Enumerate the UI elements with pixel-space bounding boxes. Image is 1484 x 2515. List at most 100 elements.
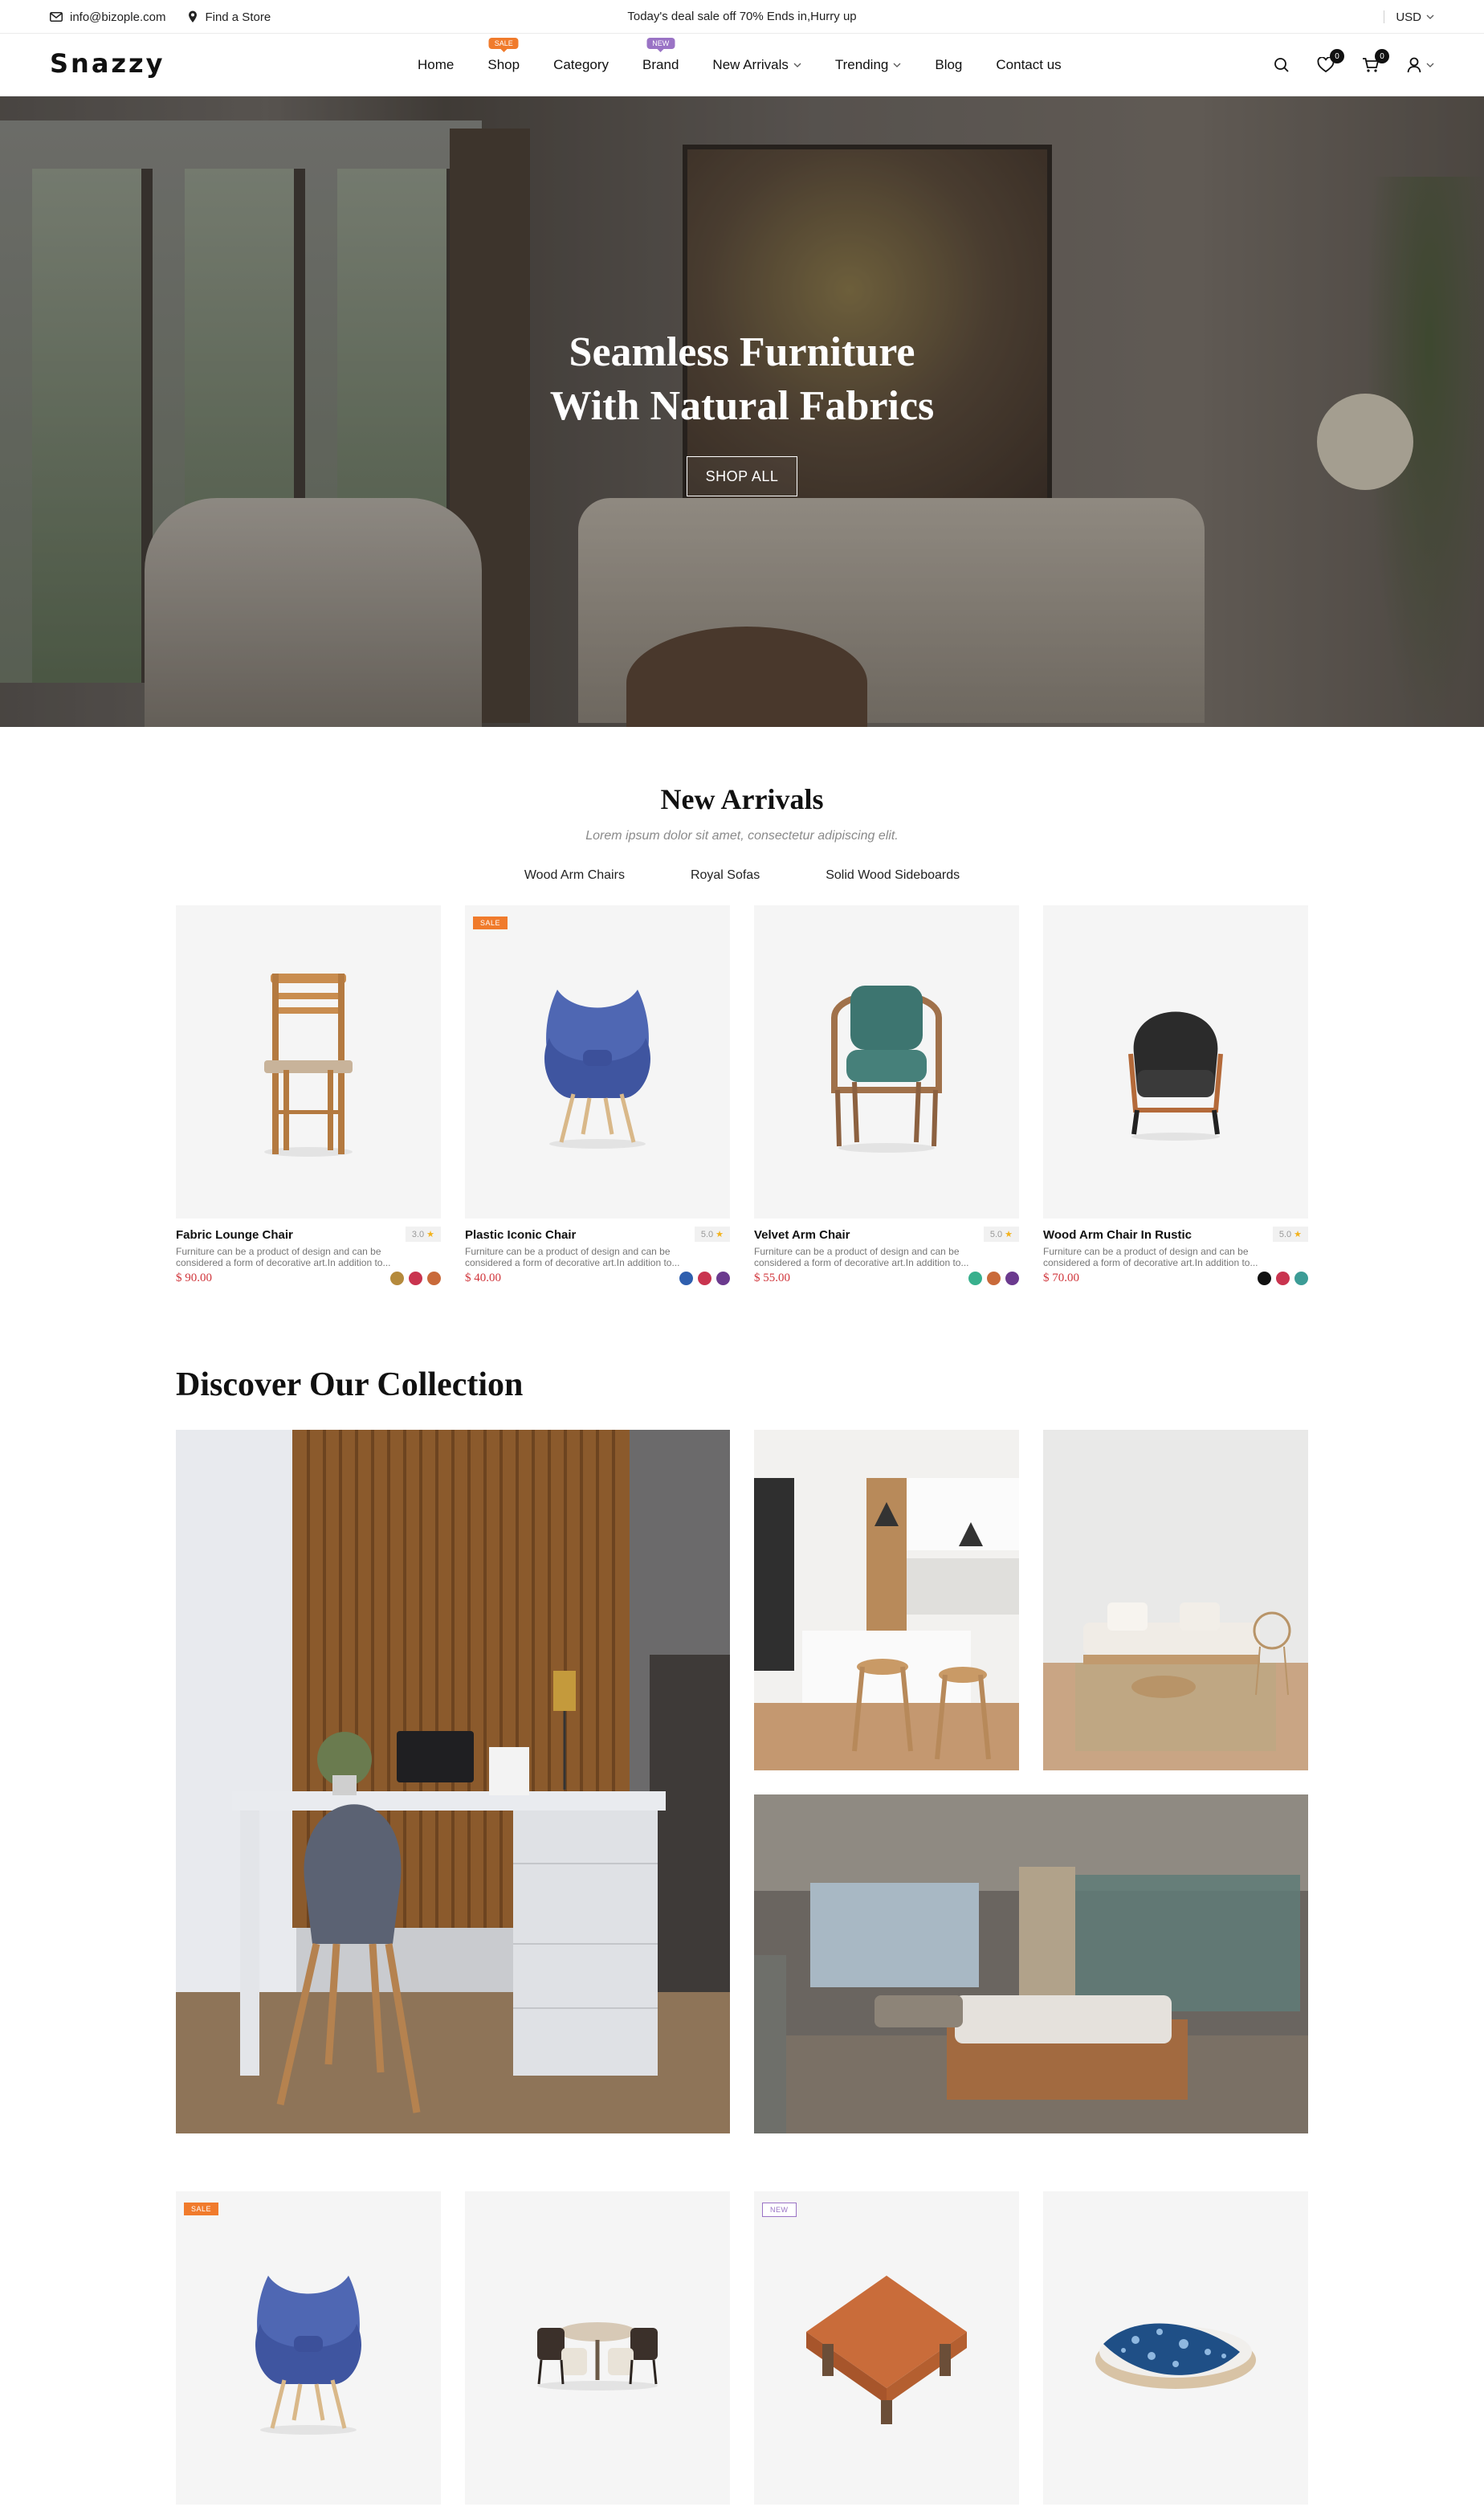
product-image[interactable] (465, 2191, 730, 2505)
workspace-image (176, 1430, 730, 2133)
product-card[interactable] (465, 2191, 730, 2505)
product-description: Furniture can be a product of design and… (754, 1246, 969, 1268)
color-swatch[interactable] (409, 1272, 422, 1285)
nav-home[interactable]: Home (418, 57, 454, 73)
sale-tag: SALE (184, 2203, 219, 2215)
product-image[interactable]: SALE (465, 905, 730, 1219)
nav-trending[interactable]: Trending (835, 57, 901, 73)
product-card[interactable] (1043, 2191, 1308, 2505)
color-swatch[interactable] (1294, 1272, 1308, 1285)
main-nav: Home SALE Shop Category NEW Brand New Ar… (418, 34, 1062, 96)
nav-label: Home (418, 57, 455, 72)
nav-label: Blog (935, 57, 963, 72)
hero-title: Seamless Furniture With Natural Fabrics (0, 325, 1484, 433)
product-card[interactable]: Fabric Lounge Chair 3.0 ★ Furniture can b… (176, 905, 441, 1285)
tab-wood-arm-chairs[interactable]: Wood Arm Chairs (524, 868, 625, 883)
collection-tile-living[interactable] (1043, 1430, 1308, 1770)
bedroom-image (754, 1794, 1308, 2133)
color-swatch[interactable] (987, 1272, 1001, 1285)
sale-tag: SALE (473, 917, 508, 929)
nav-label: Category (553, 57, 610, 72)
rustic-arm-chair-image (1128, 1011, 1223, 1141)
color-swatch[interactable] (698, 1272, 711, 1285)
rating-value: 5.0 (1278, 1229, 1292, 1239)
nav-brand[interactable]: NEW Brand (642, 38, 679, 73)
chevron-down-icon (893, 63, 901, 67)
product-image[interactable] (1043, 2191, 1308, 2505)
nav-label: Brand (642, 57, 679, 72)
currency-selector[interactable]: USD (1384, 0, 1434, 34)
search-button[interactable] (1274, 57, 1290, 73)
chevron-down-icon (1426, 14, 1434, 19)
shop-all-button[interactable]: SHOP ALL (687, 456, 797, 496)
sale-badge: SALE (488, 38, 519, 52)
account-menu[interactable] (1407, 57, 1434, 73)
star-icon: ★ (1294, 1230, 1302, 1239)
dining-set-image (537, 2322, 658, 2390)
cart-button[interactable]: 0 (1362, 49, 1389, 73)
collection-tile-bedroom[interactable] (754, 1794, 1308, 2133)
collection-tile-kitchen[interactable] (754, 1430, 1019, 1770)
currency-label: USD (1396, 10, 1421, 24)
color-swatches (968, 1272, 1019, 1285)
collection-tile-workspace[interactable] (176, 1430, 730, 2133)
category-tabs: Wood Arm Chairs Royal Sofas Solid Wood S… (0, 868, 1484, 883)
product-price: $ 55.00 (754, 1272, 790, 1284)
color-swatch[interactable] (679, 1272, 693, 1285)
rating-badge: 5.0 ★ (1272, 1227, 1308, 1242)
color-swatch[interactable] (1258, 1272, 1271, 1285)
product-name[interactable]: Wood Arm Chair In Rustic (1043, 1228, 1192, 1242)
round-bed-image (1095, 2323, 1256, 2389)
product-image[interactable]: SALE (176, 2191, 441, 2505)
product-card[interactable]: NEW (754, 2191, 1019, 2505)
product-image[interactable] (176, 905, 441, 1219)
product-image[interactable] (1043, 905, 1308, 1219)
product-card[interactable]: SALE (176, 2191, 441, 2505)
nav-label: New Arrivals (712, 57, 789, 72)
hero-title-line: With Natural Fabrics (549, 383, 935, 429)
hero-banner: Seamless Furniture With Natural Fabrics … (0, 96, 1484, 727)
rating-badge: 5.0 ★ (694, 1227, 730, 1242)
color-swatch[interactable] (968, 1272, 982, 1285)
product-description: Furniture can be a product of design and… (1043, 1246, 1258, 1268)
color-swatch[interactable] (716, 1272, 730, 1285)
star-icon: ★ (426, 1230, 434, 1239)
rating-badge: 5.0 ★ (983, 1227, 1019, 1242)
wishlist-button[interactable]: 0 (1317, 49, 1344, 73)
living-room-image (1043, 1430, 1308, 1770)
logo[interactable]: Snazzy (50, 48, 165, 79)
tab-solid-wood-sideboards[interactable]: Solid Wood Sideboards (826, 868, 960, 883)
product-name[interactable]: Fabric Lounge Chair (176, 1228, 293, 1242)
product-price: $ 70.00 (1043, 1272, 1079, 1284)
new-arrivals-subtitle: Lorem ipsum dolor sit amet, consectetur … (585, 829, 899, 843)
nav-new-arrivals[interactable]: New Arrivals (712, 57, 801, 73)
color-swatches (679, 1272, 730, 1285)
product-image[interactable]: NEW (754, 2191, 1019, 2505)
product-card[interactable]: SALE Plastic Iconic Chair 5.0 ★ Furniture… (465, 905, 730, 1285)
product-card[interactable]: Velvet Arm Chair 5.0 ★ Furniture can be a… (754, 905, 1019, 1285)
nav-contact[interactable]: Contact us (996, 57, 1061, 73)
ottoman-image (806, 2276, 967, 2424)
color-swatches (1258, 1272, 1308, 1285)
color-swatches (390, 1272, 441, 1285)
header-icons: 0 0 (1274, 34, 1434, 96)
color-swatch[interactable] (1005, 1272, 1019, 1285)
nav-blog[interactable]: Blog (935, 57, 962, 73)
chevron-down-icon (793, 63, 801, 67)
nav-shop[interactable]: SALE Shop (487, 38, 520, 73)
product-name[interactable]: Velvet Arm Chair (754, 1228, 850, 1242)
promo-text: Today's deal sale off 70% Ends in,Hurry … (627, 10, 857, 23)
nav-category[interactable]: Category (553, 57, 609, 73)
tab-royal-sofas[interactable]: Royal Sofas (691, 868, 760, 883)
main-header: Snazzy Home SALE Shop Category NEW Brand… (0, 34, 1484, 96)
product-description: Furniture can be a product of design and… (176, 1246, 391, 1268)
new-tag: NEW (762, 2203, 797, 2217)
product-card[interactable]: Wood Arm Chair In Rustic 5.0 ★ Furniture … (1043, 905, 1308, 1285)
color-swatch[interactable] (390, 1272, 404, 1285)
color-swatch[interactable] (1276, 1272, 1290, 1285)
product-name[interactable]: Plastic Iconic Chair (465, 1228, 576, 1242)
product-price: $ 90.00 (176, 1272, 212, 1284)
product-image[interactable] (754, 905, 1019, 1219)
color-swatch[interactable] (427, 1272, 441, 1285)
user-icon (1407, 57, 1421, 73)
